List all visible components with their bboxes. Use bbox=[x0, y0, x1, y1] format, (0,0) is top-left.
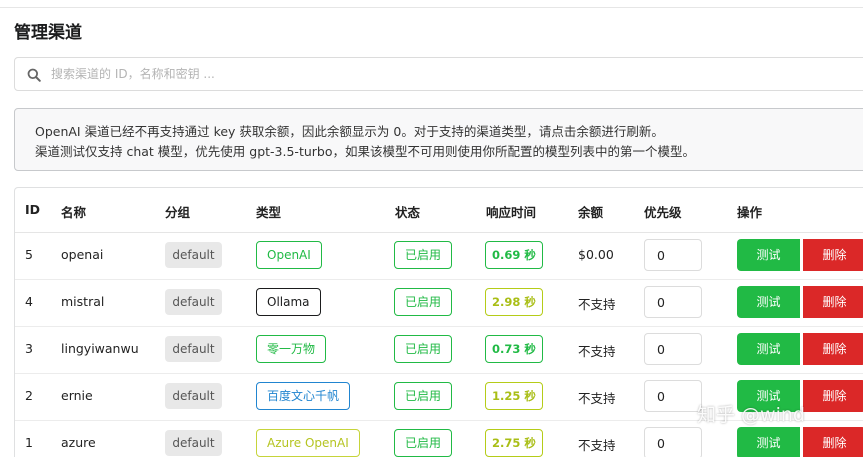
balance-value[interactable]: $0.00 bbox=[578, 247, 614, 262]
header-group[interactable]: 分组 bbox=[165, 202, 190, 221]
priority-input[interactable] bbox=[644, 427, 702, 457]
header-type[interactable]: 类型 bbox=[256, 202, 281, 221]
group-label: default bbox=[165, 336, 222, 362]
delete-button[interactable]: 删除 bbox=[803, 239, 863, 271]
top-divider bbox=[0, 7, 863, 8]
type-label: Azure OpenAI bbox=[256, 429, 360, 457]
header-id[interactable]: ID bbox=[25, 202, 40, 217]
group-label: default bbox=[165, 430, 222, 456]
response-time-badge[interactable]: 0.69 秒 bbox=[485, 241, 543, 269]
row-id: 5 bbox=[25, 247, 33, 262]
priority-input[interactable] bbox=[644, 239, 702, 271]
row-id: 3 bbox=[25, 341, 33, 356]
row-id: 1 bbox=[25, 435, 33, 450]
priority-input[interactable] bbox=[644, 286, 702, 318]
header-status[interactable]: 状态 bbox=[395, 202, 420, 221]
delete-button[interactable]: 删除 bbox=[803, 333, 863, 365]
test-button[interactable]: 测试 bbox=[737, 239, 800, 271]
delete-button[interactable]: 删除 bbox=[803, 380, 863, 412]
balance-value[interactable]: 不支持 bbox=[578, 341, 616, 360]
test-button[interactable]: 测试 bbox=[737, 427, 800, 457]
table-row: 4 mistral default Ollama 已启用 2.98 秒 不支持 … bbox=[15, 279, 863, 327]
group-label: default bbox=[165, 242, 222, 268]
delete-button[interactable]: 删除 bbox=[803, 427, 863, 457]
type-label: OpenAI bbox=[256, 241, 322, 269]
info-notice: OpenAI 渠道已经不再支持通过 key 获取余额，因此余额显示为 0。对于支… bbox=[14, 108, 863, 171]
test-button[interactable]: 测试 bbox=[737, 333, 800, 365]
type-label: 零一万物 bbox=[256, 335, 327, 363]
group-label: default bbox=[165, 383, 222, 409]
row-name: openai bbox=[61, 247, 104, 262]
header-priority[interactable]: 优先级 bbox=[644, 202, 682, 221]
table-row: 3 lingyiwanwu default 零一万物 已启用 0.73 秒 不支… bbox=[15, 326, 863, 374]
status-badge: 已启用 bbox=[394, 335, 452, 363]
page-title: 管理渠道 bbox=[14, 23, 82, 43]
table-row: 5 openai default OpenAI 已启用 0.69 秒 $0.00… bbox=[15, 232, 863, 280]
notice-line-2: 渠道测试仅支持 chat 模型，优先使用 gpt-3.5-turbo，如果该模型… bbox=[35, 144, 695, 159]
type-label: Ollama bbox=[256, 288, 321, 316]
row-name: azure bbox=[61, 435, 96, 450]
header-actions: 操作 bbox=[737, 205, 763, 220]
type-label: 百度文心千帆 bbox=[256, 382, 351, 410]
search-icon bbox=[27, 67, 41, 86]
header-response-time[interactable]: 响应时间 bbox=[486, 202, 536, 221]
status-badge: 已启用 bbox=[394, 241, 452, 269]
status-badge: 已启用 bbox=[394, 382, 452, 410]
status-badge: 已启用 bbox=[394, 288, 452, 316]
response-time-badge[interactable]: 0.73 秒 bbox=[485, 335, 543, 363]
response-time-badge[interactable]: 2.75 秒 bbox=[485, 429, 543, 457]
balance-value[interactable]: 不支持 bbox=[578, 294, 616, 313]
group-label: default bbox=[165, 289, 222, 315]
balance-value[interactable]: 不支持 bbox=[578, 388, 616, 407]
row-name: lingyiwanwu bbox=[61, 341, 139, 356]
delete-button[interactable]: 删除 bbox=[803, 286, 863, 318]
response-time-badge[interactable]: 1.25 秒 bbox=[485, 382, 543, 410]
row-id: 2 bbox=[25, 388, 33, 403]
response-time-badge[interactable]: 2.98 秒 bbox=[485, 288, 543, 316]
test-button[interactable]: 测试 bbox=[737, 286, 800, 318]
search-box[interactable] bbox=[14, 57, 863, 91]
balance-value[interactable]: 不支持 bbox=[578, 435, 616, 454]
priority-input[interactable] bbox=[644, 333, 702, 365]
table-header: ID 名称 分组 类型 状态 响应时间 余额 优先级 操作 bbox=[15, 188, 863, 233]
notice-line-1: OpenAI 渠道已经不再支持通过 key 获取余额，因此余额显示为 0。对于支… bbox=[35, 124, 664, 139]
row-name: mistral bbox=[61, 294, 105, 309]
watermark: 知乎 @wind bbox=[697, 404, 805, 426]
priority-input[interactable] bbox=[644, 380, 702, 412]
row-id: 4 bbox=[25, 294, 33, 309]
search-input[interactable] bbox=[51, 63, 851, 85]
row-name: ernie bbox=[61, 388, 93, 403]
header-name[interactable]: 名称 bbox=[61, 202, 86, 221]
status-badge: 已启用 bbox=[394, 429, 452, 457]
header-balance[interactable]: 余额 bbox=[578, 202, 603, 221]
